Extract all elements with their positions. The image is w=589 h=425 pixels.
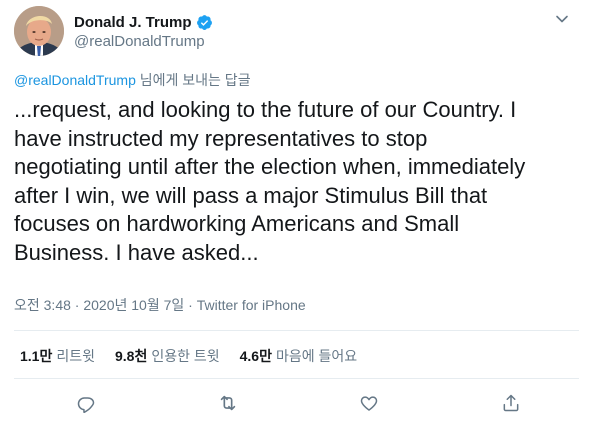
retweet-count-label: 리트윗 <box>56 348 95 364</box>
tweet-header: Donald J. Trump @realDonaldTrump <box>14 6 579 58</box>
verified-badge-icon <box>196 14 213 31</box>
quote-count[interactable]: 9.8천 인용한 트윗 <box>115 346 220 366</box>
retweet-icon <box>220 395 236 411</box>
reply-icon <box>77 397 95 413</box>
share-button[interactable] <box>499 391 523 415</box>
reply-context: @realDonaldTrump 님에게 보내는 답글 <box>14 70 251 90</box>
avatar[interactable] <box>14 6 64 56</box>
like-count-value: 4.6만 <box>239 348 272 364</box>
chevron-down-icon[interactable] <box>555 12 569 26</box>
retweet-button[interactable] <box>216 391 240 415</box>
engagement-stats: 1.1만 리트윗 9.8천 인용한 트윗 4.6만 마음에 들어요 <box>20 346 377 366</box>
display-name-row: Donald J. Trump <box>74 12 213 32</box>
profile-avatar-image <box>14 6 64 56</box>
retweet-count[interactable]: 1.1만 리트윗 <box>20 346 95 366</box>
action-bar <box>14 388 579 418</box>
tweet-timestamp[interactable]: 오전 3:48 · 2020년 10월 7일 · Twitter for iPh… <box>14 295 306 315</box>
like-button[interactable] <box>357 391 381 415</box>
author-handle[interactable]: @realDonaldTrump <box>74 33 213 50</box>
display-name[interactable]: Donald J. Trump <box>74 14 192 31</box>
tweet-text: ...request, and looking to the future of… <box>14 97 526 265</box>
retweet-count-value: 1.1만 <box>20 348 53 364</box>
reply-button[interactable] <box>74 391 98 415</box>
like-icon <box>360 396 378 411</box>
author-block: Donald J. Trump @realDonaldTrump <box>74 12 213 50</box>
share-icon <box>503 394 519 412</box>
quote-count-label: 인용한 트윗 <box>151 348 220 364</box>
like-count[interactable]: 4.6만 마음에 들어요 <box>240 346 358 366</box>
divider-bottom <box>14 378 579 379</box>
reply-context-label: 님에게 보내는 답글 <box>135 72 251 88</box>
divider-top <box>14 330 579 331</box>
quote-count-value: 9.8천 <box>114 348 148 364</box>
tweet-card: Donald J. Trump @realDonaldTrump @realDo… <box>0 0 589 425</box>
reply-mention-link[interactable]: @realDonaldTrump <box>14 72 136 88</box>
like-count-label: 마음에 들어요 <box>275 348 358 364</box>
